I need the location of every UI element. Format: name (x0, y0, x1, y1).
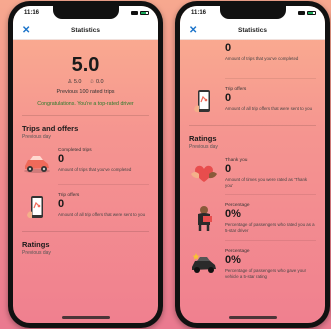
close-icon[interactable]: ✕ (189, 25, 197, 36)
stat-description: Amount of all trip offers that were sent… (58, 212, 146, 217)
car-icon (22, 148, 52, 178)
stat-value: 0 (58, 198, 65, 210)
thumb-down-icon: ♧ (89, 79, 95, 85)
section-title-ratings: Ratings (22, 240, 50, 249)
screen-left: 11:16 ✕ Statistics 5.0 ♙ 5.0 ♧ 0.0 Previ… (13, 6, 158, 323)
row-divider (58, 184, 149, 185)
stat-description: Amount of trips that you've completed (225, 56, 299, 61)
statistics-content[interactable]: 5.0 ♙ 5.0 ♧ 0.0 Previous 100 rated trips… (13, 40, 158, 323)
stat-completed-trips-partial: 0 Amount of trips that you've completed (189, 42, 316, 72)
section-subtitle-trips: Previous day (22, 134, 51, 140)
page-title: Statistics (238, 27, 267, 34)
statistics-content-scrolled[interactable]: 0 Amount of trips that you've completed (180, 40, 325, 323)
congrats-message: Congratulations. You're a top-rated driv… (37, 101, 134, 107)
section-title-ratings: Ratings (189, 134, 217, 143)
stat-value: 0% (225, 208, 241, 221)
stat-value: 0 (225, 92, 232, 104)
home-indicator (228, 316, 277, 319)
signal-icon (131, 11, 138, 15)
status-time: 11:16 (24, 10, 40, 16)
stat-description: Amount of trips that you've completed (58, 167, 132, 172)
stat-description: Amount of all trip offers that were sent… (225, 106, 313, 111)
divider (22, 231, 149, 232)
home-indicator (61, 316, 110, 319)
row-divider (225, 194, 316, 196)
stat-value: 0% (225, 253, 241, 266)
battery-icon (140, 11, 149, 15)
stat-description: Percentage of passengers who rated you a… (225, 222, 315, 234)
divider (22, 115, 149, 116)
stat-value: 0 (225, 163, 232, 175)
thumb-up-icon: ♙ (67, 79, 73, 85)
phone-icon (189, 87, 219, 117)
stat-description: Percentage of passengers who gave your v… (225, 267, 307, 279)
stat-value: 0 (58, 153, 65, 165)
battery-icon (307, 11, 316, 15)
close-icon[interactable]: ✕ (22, 25, 30, 36)
low-star-count: ♧ 0.0 (89, 79, 104, 85)
notch (219, 6, 286, 19)
phone-icon (22, 193, 52, 223)
page-title: Statistics (71, 27, 100, 34)
screen-right: 11:16 ✕ Statistics 0 Amount of trips tha… (180, 6, 325, 323)
stat-passenger-rating: Percentage 0% Percentage of passengers w… (189, 203, 316, 233)
passenger-icon (189, 203, 219, 233)
stat-completed-trips: Completed trips 0 Amount of trips that y… (22, 148, 149, 178)
signal-icon (298, 11, 305, 15)
stat-trip-offers: Trip offers 0 Amount of all trip offers … (22, 193, 149, 223)
stat-label: Trip offers (58, 193, 80, 198)
stat-label: Completed trips (58, 148, 92, 153)
section-subtitle-ratings: Previous day (22, 250, 51, 256)
stat-trip-offers: Trip offers 0 Amount of all trip offers … (189, 87, 316, 117)
stat-label: Thank you (225, 158, 248, 163)
status-time: 11:16 (191, 10, 207, 16)
phone-frame-left: 11:16 ✕ Statistics 5.0 ♙ 5.0 ♧ 0.0 Previ… (8, 1, 163, 328)
app-header: ✕ Statistics (180, 22, 325, 40)
car-icon (189, 42, 219, 72)
rating-breakdown: ♙ 5.0 ♧ 0.0 (22, 79, 149, 85)
stat-value: 0 (225, 42, 232, 54)
row-divider (225, 78, 316, 79)
section-title-trips: Trips and offers (22, 124, 79, 133)
rating-value: 5.0 (71, 54, 100, 76)
notch (52, 6, 119, 19)
stat-vehicle-rating: Percentage 0% Percentage of passengers w… (189, 249, 316, 279)
stat-description: Amount of times you were rated as 'Thank… (225, 177, 308, 188)
five-star-count: ♙ 5.0 (67, 79, 82, 85)
rating-description: Previous 100 rated trips (56, 89, 115, 95)
row-divider (225, 239, 316, 241)
vehicle-star-icon (189, 249, 219, 279)
heart-hands-icon (189, 158, 219, 188)
app-header: ✕ Statistics (13, 22, 158, 40)
stat-label: Trip offers (225, 87, 247, 92)
stat-thank-you: Thank you 0 Amount of times you were rat… (189, 158, 316, 188)
divider (189, 125, 316, 126)
section-subtitle-ratings: Previous day (189, 144, 218, 150)
phone-frame-right: 11:16 ✕ Statistics 0 Amount of trips tha… (175, 1, 330, 328)
